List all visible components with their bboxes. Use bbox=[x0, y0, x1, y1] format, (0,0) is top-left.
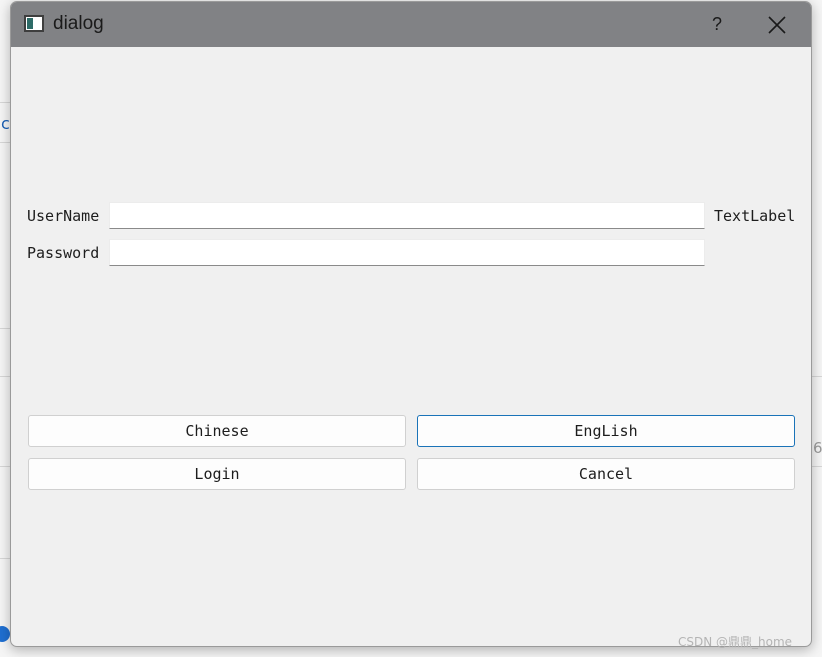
title-bar[interactable]: dialog ? bbox=[11, 2, 811, 47]
username-input[interactable] bbox=[109, 202, 705, 229]
password-input[interactable] bbox=[109, 239, 705, 266]
background-divider bbox=[812, 376, 822, 377]
english-button[interactable]: EngLish bbox=[417, 415, 795, 447]
watermark-text: CSDN @鼎鼎_home bbox=[678, 635, 793, 649]
background-text-fragment: c bbox=[1, 114, 10, 133]
background-divider bbox=[0, 328, 10, 329]
background-divider bbox=[0, 466, 10, 467]
status-text-label: TextLabel bbox=[714, 207, 796, 225]
window-app-icon bbox=[24, 15, 44, 32]
username-label: UserName bbox=[27, 207, 100, 225]
background-divider bbox=[0, 376, 10, 377]
cancel-button[interactable]: Cancel bbox=[417, 458, 795, 490]
background-text-fragment: 6 bbox=[813, 439, 822, 457]
background-divider bbox=[0, 142, 10, 143]
background-divider bbox=[0, 558, 10, 559]
password-label: Password bbox=[27, 244, 100, 262]
background-divider bbox=[812, 466, 822, 467]
background-divider bbox=[0, 102, 10, 103]
login-button[interactable]: Login bbox=[28, 458, 406, 490]
login-dialog: dialog ? UserName TextLabel Password Chi… bbox=[10, 1, 812, 647]
chinese-button[interactable]: Chinese bbox=[28, 415, 406, 447]
close-button[interactable] bbox=[751, 2, 803, 47]
window-title: dialog bbox=[53, 13, 104, 34]
help-button[interactable]: ? bbox=[691, 2, 743, 47]
background-badge-icon bbox=[0, 626, 10, 642]
close-icon bbox=[768, 15, 786, 34]
